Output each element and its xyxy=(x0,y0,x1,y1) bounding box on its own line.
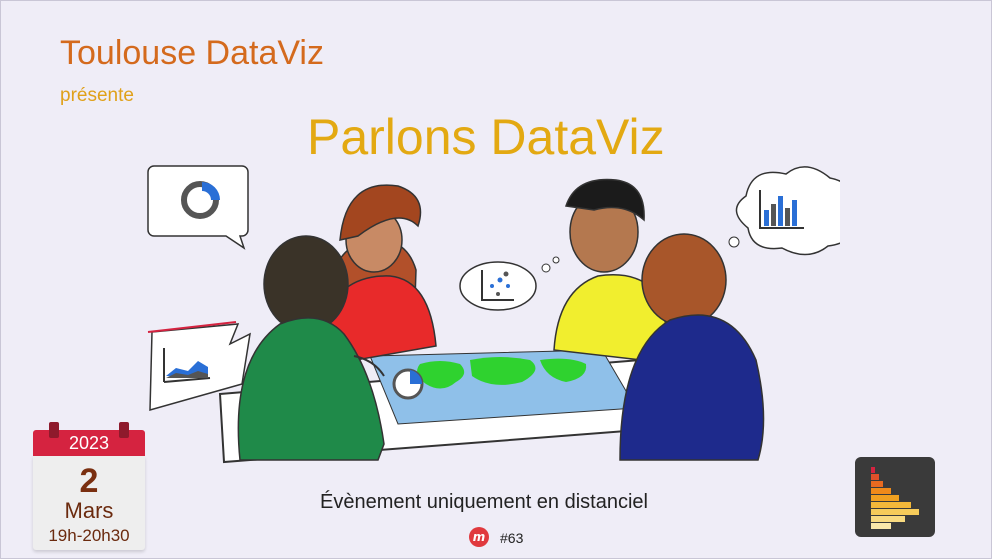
remote-only-notice: Évènement uniquement en distanciel xyxy=(320,491,648,513)
calendar-month: Mars xyxy=(64,498,114,523)
meetup-tag[interactable]: #63 xyxy=(500,530,523,546)
calendar-day: 2 xyxy=(79,462,99,500)
date-calendar: 2023 2 Mars 19h-20h30 xyxy=(33,422,145,550)
calendar-ring-icon xyxy=(49,422,59,438)
event-title: Parlons DataViz xyxy=(307,109,665,165)
calendar-ring-icon xyxy=(119,422,129,438)
pie-chart-icon xyxy=(392,368,424,400)
histogram-logo-icon xyxy=(855,457,935,537)
illustration xyxy=(147,165,840,464)
meetup-icon[interactable]: m xyxy=(468,526,490,548)
presents-label: présente xyxy=(60,85,134,106)
calendar-time: 19h-20h30 xyxy=(48,526,130,545)
scatter-chart-icon xyxy=(459,256,560,311)
svg-text:m: m xyxy=(473,530,486,544)
bar-chart-icon xyxy=(728,166,840,256)
donut-chart-icon xyxy=(147,165,249,250)
organizer-name: Toulouse DataViz xyxy=(60,34,324,72)
